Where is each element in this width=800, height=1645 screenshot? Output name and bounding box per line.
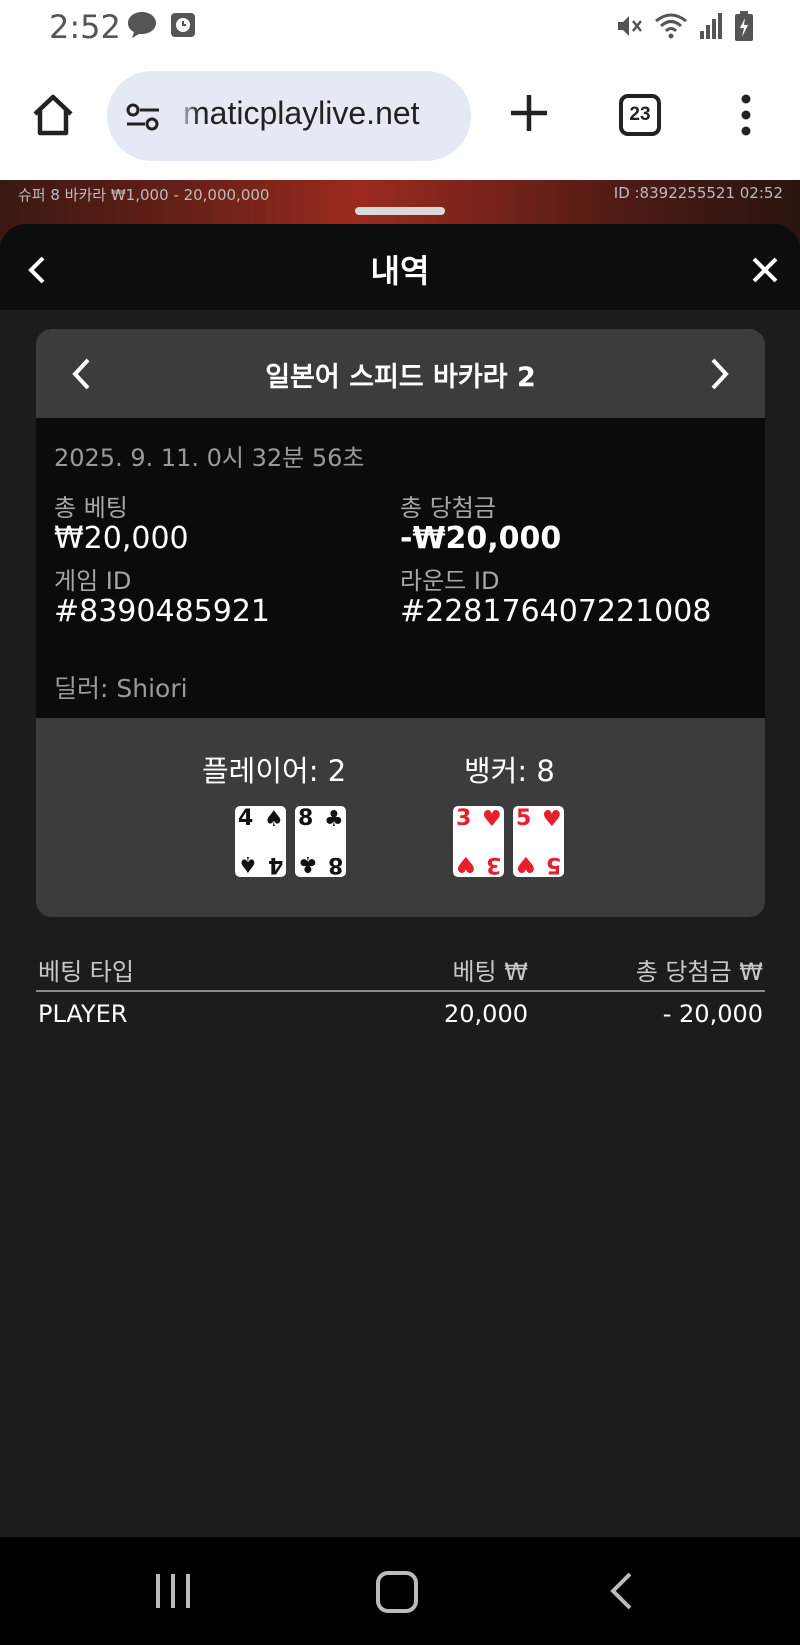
round-id-value: #228176407221008 (400, 594, 712, 629)
more-options-icon[interactable] (738, 94, 754, 136)
dealer-name: 딜러: Shiori (54, 674, 188, 703)
column-total-win: 총 당첨금 ₩ (635, 958, 763, 986)
status-right-icons (614, 10, 754, 42)
url-text[interactable]: maticplaylive.net (183, 95, 420, 132)
game-id-value: #8390485921 (54, 594, 271, 629)
new-tab-icon[interactable] (508, 92, 550, 134)
sheet-drag-handle[interactable] (355, 207, 445, 215)
nav-home-button[interactable] (376, 1571, 418, 1613)
card-suit-inverted: ♥ (516, 851, 536, 876)
player-card-1: 4 ♠ 4 ♠ (235, 806, 286, 877)
history-sheet: 내역 일본어 스피드 바카라 2 2025. 9. 11. 0시 32분 56초… (0, 224, 800, 1537)
chat-bubble-icon (128, 12, 156, 38)
card-suit: ♥ (542, 807, 562, 832)
nav-back-icon[interactable] (608, 1571, 634, 1611)
card-rank: 3 (456, 806, 472, 831)
card-suit: ♠ (264, 807, 284, 832)
wifi-icon (655, 13, 687, 39)
clock-app-icon (171, 13, 195, 37)
bet-amount-cell: 20,000 (444, 1000, 528, 1028)
total-win-value: -₩20,000 (400, 521, 562, 556)
status-left-icons (126, 10, 196, 40)
banker-card-2: 5 ♥ 5 ♥ (513, 806, 564, 877)
sheet-header: 내역 (0, 224, 800, 310)
status-time: 2:52 (49, 8, 121, 46)
mute-icon (618, 16, 642, 36)
game-id-label: 게임 ID (54, 567, 132, 595)
column-bet-type: 베팅 타입 (38, 958, 134, 986)
card-rank: 4 (238, 806, 254, 831)
close-icon[interactable] (751, 256, 779, 284)
tab-switcher-button[interactable]: 23 (619, 94, 661, 136)
card-suit-inverted: ♠ (238, 851, 258, 876)
address-bar[interactable]: maticplaylive.net (107, 71, 471, 161)
card-suit-inverted: ♣ (298, 851, 318, 876)
win-amount-cell: - 20,000 (662, 1000, 763, 1028)
total-bet-value: ₩20,000 (54, 521, 189, 556)
card-rank-inverted: 5 (545, 852, 561, 877)
card-suit: ♣ (324, 807, 344, 832)
battery-charging-icon (735, 11, 753, 41)
round-id-label: 라운드 ID (400, 567, 500, 595)
round-info: 2025. 9. 11. 0시 32분 56초 총 베팅 ₩20,000 총 당… (36, 418, 765, 718)
bet-type-cell: PLAYER (38, 1000, 128, 1028)
card-rank-inverted: 4 (267, 852, 283, 877)
player-card-2: 8 ♣ 8 ♣ (295, 806, 346, 877)
signal-icon (700, 13, 722, 39)
next-round-icon[interactable] (709, 357, 731, 391)
column-bet-amount: 베팅 ₩ (452, 958, 528, 986)
status-bar: 2:52 (0, 0, 800, 54)
player-score: 플레이어: 2 (202, 754, 347, 788)
url-fade (177, 71, 199, 161)
table-row: PLAYER 20,000 - 20,000 (36, 992, 765, 1038)
recents-icon[interactable] (154, 1572, 192, 1610)
sheet-title: 내역 (370, 252, 430, 290)
card-suit-inverted: ♥ (456, 851, 476, 876)
total-win-label: 총 당첨금 (400, 494, 496, 522)
banker-card-1: 3 ♥ 3 ♥ (453, 806, 504, 877)
banker-score: 뱅커: 8 (464, 754, 555, 788)
card-rank-inverted: 8 (327, 852, 343, 877)
round-date: 2025. 9. 11. 0시 32분 56초 (54, 444, 365, 472)
table-limits-text: 슈퍼 8 바카라 ₩1,000 - 20,000,000 (18, 186, 270, 204)
home-icon[interactable] (30, 92, 76, 138)
game-title: 일본어 스피드 바카라 2 (265, 362, 536, 393)
card-suit: ♥ (482, 807, 502, 832)
card-rank: 5 (516, 806, 532, 831)
game-session-id: ID :8392255521 02:52 (613, 184, 783, 202)
system-nav-bar (0, 1537, 800, 1645)
card-header: 일본어 스피드 바카라 2 (36, 329, 765, 418)
card-rank-inverted: 3 (485, 852, 501, 877)
bets-table-header: 베팅 타입 베팅 ₩ 총 당첨금 ₩ (36, 946, 765, 992)
card-rank: 8 (298, 806, 314, 831)
browser-toolbar: maticplaylive.net 23 (0, 54, 800, 180)
round-detail-card: 일본어 스피드 바카라 2 2025. 9. 11. 0시 32분 56초 총 … (36, 329, 765, 917)
bets-table: 베팅 타입 베팅 ₩ 총 당첨금 ₩ PLAYER 20,000 - 20,00… (36, 946, 765, 1038)
round-result: 플레이어: 2 뱅커: 8 4 ♠ 4 ♠ 8 ♣ 8 ♣ 3 ♥ 3 ♥ 5 (36, 718, 765, 917)
total-bet-label: 총 베팅 (54, 494, 128, 522)
site-settings-icon[interactable] (125, 99, 161, 135)
